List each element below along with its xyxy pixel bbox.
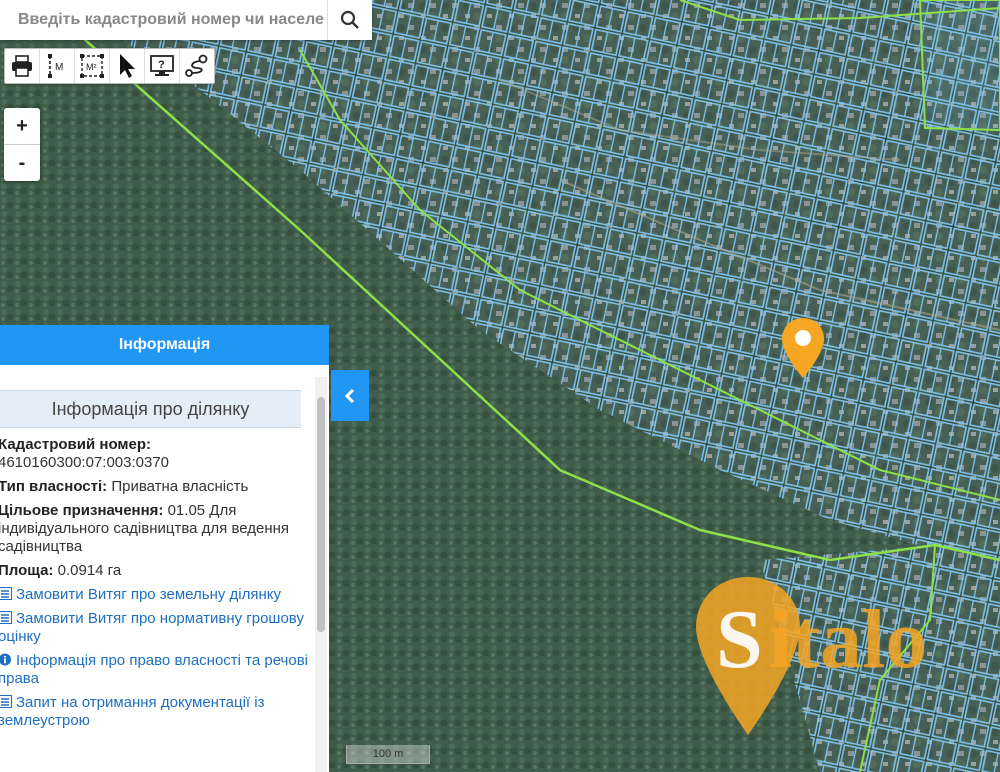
pointer-button[interactable]: [110, 49, 145, 83]
info-panel: Інформація Інформація про ділянку Кадаст…: [0, 325, 329, 772]
purpose-label: Цільове призначення:: [0, 502, 164, 519]
measure-distance-icon: M: [48, 54, 63, 78]
link-text: Замовити Витяг про нормативну грошову оц…: [0, 610, 304, 645]
zoom-out-button[interactable]: -: [4, 145, 40, 181]
list-icon: [0, 695, 12, 708]
order-valuation-extract-link[interactable]: Замовити Витяг про нормативну грошову оц…: [0, 610, 315, 646]
purpose: Цільове призначення: 01.05 Для індивідуа…: [0, 502, 315, 556]
link-text: Замовити Витяг про земельну ділянку: [16, 586, 282, 603]
list-icon: [0, 611, 12, 624]
info-icon: [0, 653, 12, 666]
cadastral-label: Кадастровий номер:: [0, 436, 152, 453]
watermark-text: Sitalo: [716, 593, 927, 686]
measure-area-button[interactable]: M²: [75, 49, 110, 83]
ownership-label: Тип власності:: [0, 478, 108, 495]
land-documentation-request-link[interactable]: Запит на отримання документації із земле…: [0, 694, 315, 730]
search-icon: [340, 10, 359, 29]
panel-scrollbar[interactable]: [315, 377, 327, 772]
scrollbar-thumb[interactable]: [317, 397, 325, 632]
svg-text:M: M: [55, 62, 63, 73]
cadastral-value: 4610160300:07:003:0370: [0, 454, 170, 471]
area-value: 0.0914 га: [57, 562, 122, 579]
watermark-logo: Sitalo: [696, 577, 927, 735]
ownership-rights-info-link[interactable]: Інформація про право власності та речові…: [0, 652, 315, 688]
area-label: Площа:: [0, 562, 54, 579]
link-text: Інформація про право власності та речові…: [0, 652, 309, 687]
pointer-icon: [120, 54, 135, 78]
parcel-details: Кадастровий номер: 4610160300:07:003:037…: [0, 428, 329, 730]
help-monitor-icon: ?: [150, 55, 174, 76]
zoom-in-button[interactable]: +: [4, 108, 40, 145]
chevron-left-icon: [344, 388, 355, 403]
cadastral-number: Кадастровий номер: 4610160300:07:003:037…: [0, 436, 315, 472]
svg-text:M²: M²: [86, 62, 97, 72]
search-button[interactable]: [327, 0, 372, 40]
panel-title: Інформація: [0, 325, 329, 365]
scale-bar: 100 m: [346, 745, 430, 764]
area: Площа: 0.0914 га: [0, 562, 315, 580]
ownership-value: Приватна власність: [111, 478, 249, 495]
collapse-panel-button[interactable]: [331, 370, 369, 421]
ownership-type: Тип власності: Приватна власність: [0, 478, 315, 496]
measure-distance-button[interactable]: M: [40, 49, 75, 83]
help-button[interactable]: ?: [145, 49, 180, 83]
print-button[interactable]: [5, 49, 40, 83]
panel-subtitle: Інформація про ділянку: [0, 390, 301, 428]
link-text: Запит на отримання документації із земле…: [0, 694, 265, 729]
order-land-extract-link[interactable]: Замовити Витяг про земельну ділянку: [0, 586, 315, 604]
list-icon: [0, 587, 12, 600]
measure-area-icon: M²: [80, 54, 104, 78]
zoom-control: + -: [4, 108, 40, 181]
search-bar: [0, 0, 372, 40]
search-input[interactable]: [0, 0, 327, 40]
print-icon: [12, 55, 32, 77]
map-toolbar: M M² ?: [4, 48, 215, 84]
route-button[interactable]: [180, 49, 214, 83]
route-icon: [185, 54, 208, 77]
svg-text:?: ?: [158, 59, 165, 71]
